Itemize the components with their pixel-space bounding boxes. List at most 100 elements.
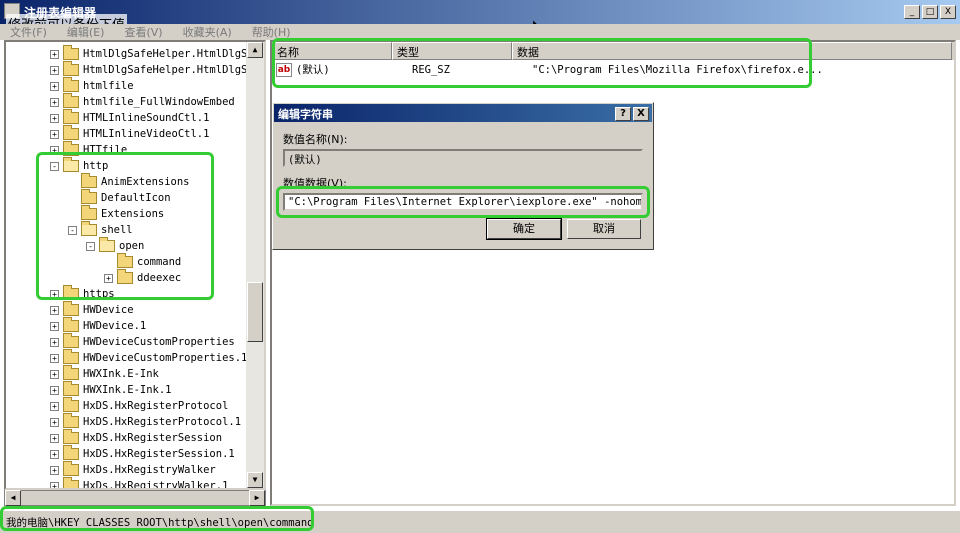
expand-icon[interactable]: + (50, 113, 59, 123)
expand-icon[interactable]: + (50, 145, 59, 155)
tree-item[interactable]: + HxDS.HxRegisterSession.1 (50, 445, 235, 462)
expand-icon[interactable]: + (50, 81, 59, 91)
scroll-left-arrow-icon[interactable]: ◀ (5, 490, 21, 506)
tree-item-label: HWDeviceCustomProperties (83, 336, 235, 348)
folder-open-icon (63, 157, 79, 172)
column-name[interactable]: 名称 (272, 42, 392, 60)
cancel-button[interactable]: 取消 (567, 219, 641, 239)
collapse-icon[interactable]: - (86, 241, 95, 251)
tree-item-label: HWDevice.1 (83, 320, 147, 332)
collapse-icon[interactable]: - (68, 225, 77, 235)
menu-favorites[interactable]: 收藏夹(A) (183, 24, 232, 40)
folder-icon (63, 349, 79, 364)
tree-scroll-thumb[interactable] (247, 282, 263, 342)
expand-icon[interactable]: + (50, 401, 59, 411)
menu-edit[interactable]: 编辑(E) (67, 24, 105, 40)
expand-icon[interactable]: + (50, 337, 59, 347)
expand-icon[interactable]: + (50, 65, 59, 75)
tree-item[interactable]: + HTMLInlineVideoCtl.1 (50, 125, 209, 142)
minimize-button[interactable]: _ (904, 5, 920, 19)
collapse-icon[interactable]: - (50, 161, 59, 171)
expand-icon[interactable]: + (50, 449, 59, 459)
tree-item-label: HWDeviceCustomProperties.1 (83, 352, 248, 364)
ok-button[interactable]: 确定 (486, 218, 562, 240)
tree-item[interactable]: + HxDs.HxRegistryWalker.1 (50, 477, 228, 488)
tree-item[interactable]: + HWDevice (50, 301, 134, 318)
tree-item[interactable]: + HTMLInlineSoundCtl.1 (50, 109, 210, 126)
tree-item[interactable]: - http (50, 157, 108, 174)
folder-icon (63, 61, 79, 76)
expand-icon[interactable]: + (50, 417, 59, 427)
tree-item[interactable]: + HTTfile (50, 141, 128, 158)
tree-item[interactable]: + https (50, 285, 115, 302)
tree-item[interactable]: + HtmlDlgSafeHelper.HtmlDlgSa (50, 61, 254, 78)
column-data[interactable]: 数据 (512, 42, 952, 60)
tree-item[interactable]: + HxDS.HxRegisterProtocol.1 (50, 413, 241, 430)
menu-view[interactable]: 查看(V) (124, 24, 162, 40)
dialog-title-bar: 编辑字符串 ? X (274, 104, 652, 122)
tree-item[interactable]: + HWXInk.E-Ink (50, 365, 159, 382)
tree-item[interactable]: Extensions (68, 205, 164, 222)
tree-item[interactable]: + HxDS.HxRegisterSession (50, 429, 222, 446)
folder-icon (63, 109, 79, 124)
scroll-up-arrow-icon[interactable]: ▲ (247, 42, 263, 58)
menu-help[interactable]: 帮助(H) (252, 24, 291, 40)
tree-item-label: HWDevice (83, 304, 134, 316)
column-type[interactable]: 类型 (392, 42, 512, 60)
tree-item[interactable]: + HWXInk.E-Ink.1 (50, 381, 172, 398)
expand-icon[interactable]: + (50, 369, 59, 379)
registry-tree[interactable]: + HtmlDlgSafeHelper.HtmlDlgSa + HtmlDlgSafe… (4, 40, 266, 490)
tree-item[interactable]: + htmlfile (50, 77, 134, 94)
expand-icon[interactable]: + (50, 433, 59, 443)
tree-item[interactable]: command (104, 253, 182, 270)
list-header: 名称 类型 数据 (272, 42, 954, 60)
tree-item[interactable]: + htmlfile_FullWindowEmbed (50, 93, 235, 110)
tree-item[interactable]: - open (86, 237, 144, 254)
value-name: (默认) (296, 64, 330, 76)
expand-icon[interactable]: + (50, 97, 59, 107)
close-button[interactable]: X (940, 5, 956, 19)
folder-open-icon (81, 221, 97, 236)
expand-icon[interactable]: + (50, 481, 59, 488)
expand-icon[interactable]: + (50, 353, 59, 363)
tree-item-label: htmlfile (83, 80, 134, 92)
tree-item[interactable]: + HWDeviceCustomProperties (50, 333, 235, 350)
help-button[interactable]: ? (615, 107, 631, 121)
tree-item[interactable]: + ddeexec (104, 269, 181, 286)
expand-icon[interactable]: + (50, 385, 59, 395)
tree-item-label: HTMLInlineSoundCtl.1 (83, 112, 210, 124)
expand-icon[interactable]: + (50, 49, 59, 59)
menu-file[interactable]: 文件(F) (10, 24, 47, 40)
tree-item-label: HtmlDlgSafeHelper.HtmlDlgSa (83, 48, 254, 60)
tree-vertical-scrollbar[interactable]: ▲ ▼ (246, 42, 264, 488)
expand-icon[interactable]: + (50, 305, 59, 315)
tree-item-label: HWXInk.E-Ink.1 (83, 384, 172, 396)
maximize-button[interactable]: □ (922, 5, 938, 19)
value-data-label: 数值数据(V): (283, 177, 347, 190)
tree-item[interactable]: AnimExtensions (68, 173, 190, 190)
tree-item-label: HTTfile (83, 144, 128, 156)
tree-item[interactable]: DefaultIcon (68, 189, 171, 206)
scroll-down-arrow-icon[interactable]: ▼ (247, 472, 263, 488)
value-data-input[interactable]: "C:\Program Files\Internet Explorer\iexp… (283, 193, 643, 211)
scroll-right-arrow-icon[interactable]: ▶ (249, 490, 265, 506)
tree-item-label: command (137, 256, 182, 268)
expand-icon[interactable]: + (50, 321, 59, 331)
folder-icon (63, 301, 79, 316)
tree-horizontal-scrollbar[interactable]: ◀ ▶ (4, 490, 266, 506)
expand-icon[interactable]: + (50, 289, 59, 299)
string-value-icon: ab (276, 62, 292, 77)
expand-icon[interactable]: + (50, 465, 59, 475)
expand-icon[interactable]: + (104, 273, 113, 283)
tree-item[interactable]: + HtmlDlgSafeHelper.HtmlDlgSa (50, 45, 254, 62)
tree-item[interactable]: - shell (68, 221, 133, 238)
list-item[interactable]: ab (默认) REG_SZ "C:\Program Files\Mozilla… (276, 62, 823, 77)
expand-icon[interactable]: + (50, 129, 59, 139)
tree-item[interactable]: + HxDs.HxRegistryWalker (50, 461, 216, 478)
tree-item[interactable]: + HWDeviceCustomProperties.1 (50, 349, 248, 366)
tree-item-label: htmlfile_FullWindowEmbed (83, 96, 235, 108)
tree-item[interactable]: + HWDevice.1 (50, 317, 147, 334)
status-bar: 我的电脑\HKEY_CLASSES_ROOT\http\shell\open\c… (0, 510, 960, 533)
dialog-close-button[interactable]: X (633, 107, 649, 121)
tree-item[interactable]: + HxDS.HxRegisterProtocol (50, 397, 228, 414)
